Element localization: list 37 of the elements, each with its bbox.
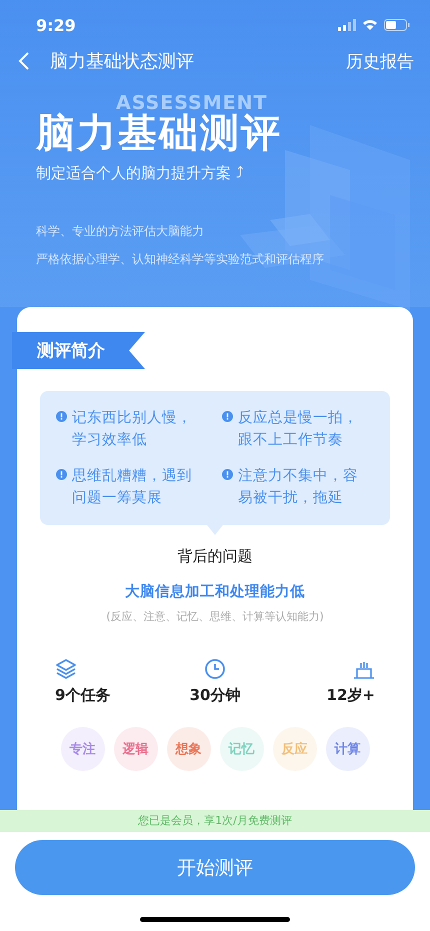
symptom-text: 思维乱糟糟，遇到问题一筹莫展 bbox=[72, 466, 192, 508]
member-banner: 您已是会员，享1次/月免费测评 bbox=[0, 810, 430, 832]
battery-icon bbox=[384, 19, 410, 31]
ability-tag: 想象 bbox=[166, 727, 210, 771]
hero-watermark: ASSESSMENT bbox=[116, 94, 268, 112]
ability-tag: 计算 bbox=[326, 727, 370, 771]
stat-label: 9个任务 bbox=[55, 686, 110, 705]
warning-icon bbox=[222, 469, 233, 480]
question-note: (反应、注意、记忆、思维、计算等认知能力) bbox=[106, 609, 324, 624]
hero-description: 严格依据心理学、认知神经科学等实验范式和评估程序 bbox=[36, 251, 325, 268]
hero-description: 科学、专业的方法评估大脑能力 bbox=[36, 223, 205, 240]
question-heading: 背后的问题 bbox=[178, 547, 252, 566]
ability-tag: 逻辑 bbox=[114, 727, 158, 771]
signal-icon bbox=[338, 19, 356, 31]
ability-tag: 反应 bbox=[272, 727, 316, 771]
wifi-icon bbox=[362, 19, 378, 31]
symptom-text: 注意力不集中，容易被干扰，拖延 bbox=[238, 466, 358, 508]
back-icon bbox=[18, 51, 30, 71]
hero-title: 脑力基础测评 bbox=[36, 112, 283, 156]
start-button[interactable]: 开始测评 bbox=[15, 840, 415, 895]
stat-label: 30分钟 bbox=[190, 686, 240, 705]
symptom-text: 反应总是慢一拍，跟不上工作节奏 bbox=[238, 408, 358, 450]
history-report-link[interactable]: 历史报告 bbox=[346, 50, 414, 72]
hero-subtitle: 制定适合个人的脑力提升方案 ⤴ bbox=[36, 164, 245, 183]
ability-tag: 专注 bbox=[60, 727, 104, 771]
page-title: 脑力基础状态测评 bbox=[50, 50, 195, 73]
status-time: 9:29 bbox=[36, 16, 76, 34]
warning-icon bbox=[222, 411, 233, 422]
symptom-text: 记东西比别人慢，学习效率低 bbox=[72, 408, 192, 450]
stat-label: 12岁+ bbox=[326, 686, 375, 705]
warning-icon bbox=[56, 469, 67, 480]
warning-icon bbox=[56, 411, 67, 422]
section-ribbon: 测评简介 bbox=[12, 332, 145, 369]
question-text: 大脑信息加工和处理能力低 bbox=[125, 582, 305, 601]
ability-tag: 记忆 bbox=[220, 727, 264, 771]
layers-icon bbox=[55, 658, 77, 680]
clock-icon bbox=[204, 658, 226, 680]
